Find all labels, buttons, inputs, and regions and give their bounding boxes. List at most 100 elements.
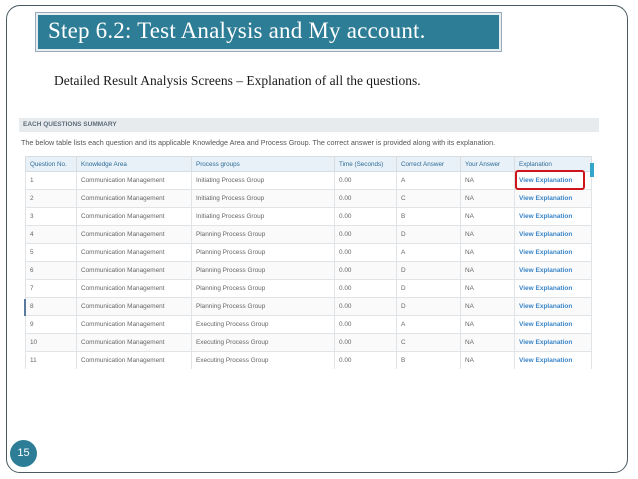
table-cell: 6 xyxy=(25,261,77,280)
table-cell: Planning Process Group xyxy=(191,297,335,316)
table-cell: Communication Management xyxy=(76,279,192,298)
table-cell: Planning Process Group xyxy=(191,279,335,298)
table-cell: NA xyxy=(460,171,515,190)
table-cell: Executing Process Group xyxy=(191,315,335,334)
slide-subtitle: Detailed Result Analysis Screens – Expla… xyxy=(54,73,421,88)
table-cell: Communication Management xyxy=(76,261,192,280)
table-cell: 0.00 xyxy=(334,189,397,208)
table-cell: NA xyxy=(460,207,515,226)
column-header[interactable]: Knowledge Area xyxy=(76,156,192,172)
table-cell: D xyxy=(396,279,461,298)
table-cell: 0.00 xyxy=(334,351,397,369)
table-cell: 5 xyxy=(25,243,77,262)
table-cell: 4 xyxy=(25,225,77,244)
table-cell: Communication Management xyxy=(76,225,192,244)
view-explanation-link[interactable]: View Explanation xyxy=(514,243,592,262)
table-cell: Executing Process Group xyxy=(191,333,335,352)
table-cell: 10 xyxy=(25,333,77,352)
table-cell: Executing Process Group xyxy=(191,351,335,369)
table-cell: NA xyxy=(460,279,515,298)
questions-table: Question No. Knowledge Area Process groups… xyxy=(25,156,592,369)
table-cell: 0.00 xyxy=(334,171,397,190)
view-explanation-link[interactable]: View Explanation xyxy=(514,207,592,226)
table-cell: A xyxy=(396,243,461,262)
table-cell: 0.00 xyxy=(334,225,397,244)
table-cell: Communication Management xyxy=(76,333,192,352)
table-cell: Communication Management xyxy=(76,189,192,208)
table-cell: 0.00 xyxy=(334,207,397,226)
table-row: 9 Communication Management Executing Proce… xyxy=(25,315,592,334)
table-cell: 0.00 xyxy=(334,279,397,298)
table-cell: Planning Process Group xyxy=(191,243,335,262)
table-cell: NA xyxy=(460,297,515,316)
column-header[interactable]: Process groups xyxy=(191,156,335,172)
table-cell: Communication Management xyxy=(76,171,192,190)
slide-title: Step 6.2: Test Analysis and My account. xyxy=(48,18,426,43)
slide-title-bar: Step 6.2: Test Analysis and My account. xyxy=(36,13,501,51)
table-cell: 3 xyxy=(25,207,77,226)
table-cell: 0.00 xyxy=(334,261,397,280)
summary-description: The below table lists each question and … xyxy=(21,138,496,147)
table-cell: Initiating Process Group xyxy=(191,171,335,190)
scroll-marker xyxy=(590,163,594,177)
table-cell: 0.00 xyxy=(334,333,397,352)
table-cell: NA xyxy=(460,225,515,244)
column-header[interactable]: Correct Answer xyxy=(396,156,461,172)
table-cell: Communication Management xyxy=(76,243,192,262)
table-cell: NA xyxy=(460,351,515,369)
table-cell: Planning Process Group xyxy=(191,225,335,244)
view-explanation-link[interactable]: View Explanation xyxy=(514,315,592,334)
table-cell: NA xyxy=(460,189,515,208)
table-header-row: Question No. Knowledge Area Process groups… xyxy=(25,156,592,172)
table-cell: 0.00 xyxy=(334,315,397,334)
table-cell: 0.00 xyxy=(334,297,397,316)
table-body: 1 Communication Management Initiating Proc… xyxy=(25,171,592,369)
table-row: 5 Communication Management Planning Proces… xyxy=(25,243,592,262)
table-row: 11 Communication Management Executing Proc… xyxy=(25,351,592,369)
table-cell: Initiating Process Group xyxy=(191,207,335,226)
table-cell: D xyxy=(396,297,461,316)
table-cell: NA xyxy=(460,315,515,334)
view-explanation-link[interactable]: View Explanation xyxy=(514,225,592,244)
table-cell: Planning Process Group xyxy=(191,261,335,280)
table-row: 4 Communication Management Planning Proces… xyxy=(25,225,592,244)
table-cell: Initiating Process Group xyxy=(191,189,335,208)
table-cell: NA xyxy=(460,243,515,262)
result-analysis-screenshot: EACH QUESTIONS SUMMARY The below table l… xyxy=(19,113,599,369)
table-row: 2 Communication Management Initiating Proc… xyxy=(25,189,592,208)
column-header[interactable]: Your Answer xyxy=(460,156,515,172)
table-cell: A xyxy=(396,315,461,334)
table-cell: Communication Management xyxy=(76,297,192,316)
view-explanation-link[interactable]: View Explanation xyxy=(514,333,592,352)
table-row: 3 Communication Management Initiating Proc… xyxy=(25,207,592,226)
table-cell: Communication Management xyxy=(76,207,192,226)
page-number-badge: 15 xyxy=(10,440,37,467)
view-explanation-link[interactable]: View Explanation xyxy=(514,351,592,369)
table-row: 6 Communication Management Planning Proces… xyxy=(25,261,592,280)
highlight-box xyxy=(515,170,585,190)
summary-header: EACH QUESTIONS SUMMARY xyxy=(19,118,599,132)
view-explanation-link[interactable]: View Explanation xyxy=(514,189,592,208)
table-row: 7 Communication Management Planning Proces… xyxy=(25,279,592,298)
table-cell: 8 xyxy=(25,297,77,316)
table-cell: A xyxy=(396,171,461,190)
table-row: 8 Communication Management Planning Proces… xyxy=(25,297,592,316)
table-cell: Communication Management xyxy=(76,315,192,334)
view-explanation-link[interactable]: View Explanation xyxy=(514,279,592,298)
table-cell: C xyxy=(396,189,461,208)
row-marker xyxy=(24,299,26,316)
table-row: 1 Communication Management Initiating Proc… xyxy=(25,171,592,190)
table-cell: NA xyxy=(460,261,515,280)
column-header[interactable]: Question No. xyxy=(25,156,77,172)
table-cell: 11 xyxy=(25,351,77,369)
table-row: 10 Communication Management Executing Proc… xyxy=(25,333,592,352)
table-cell: B xyxy=(396,207,461,226)
view-explanation-link[interactable]: View Explanation xyxy=(514,297,592,316)
table-cell: 0.00 xyxy=(334,243,397,262)
view-explanation-link[interactable]: View Explanation xyxy=(514,261,592,280)
column-header[interactable]: Time (Seconds) xyxy=(334,156,397,172)
table-cell: 1 xyxy=(25,171,77,190)
table-cell: D xyxy=(396,225,461,244)
table-cell: 9 xyxy=(25,315,77,334)
table-cell: C xyxy=(396,333,461,352)
